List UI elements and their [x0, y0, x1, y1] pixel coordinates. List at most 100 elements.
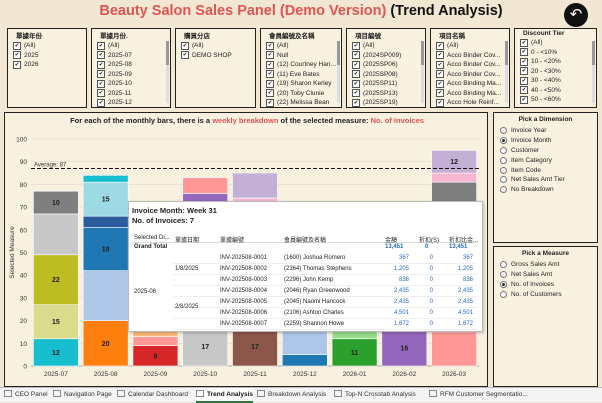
radio-button[interactable]	[500, 186, 507, 194]
radio-button[interactable]	[500, 280, 507, 288]
checkbox[interactable]: ✔	[520, 67, 528, 76]
checkbox[interactable]: ✔	[266, 70, 274, 79]
filter-option[interactable]: ✔ (2025SP19)	[347, 98, 425, 108]
filter-option[interactable]: ✔ (2025SP06)	[347, 60, 425, 70]
scrollbar-thumb[interactable]	[592, 41, 595, 65]
filter-option[interactable]: ✔ (All)	[515, 38, 596, 48]
checkbox[interactable]: ✔	[266, 89, 274, 98]
checkbox[interactable]: ✔	[266, 41, 274, 50]
sheet-tab[interactable]: RFM Customer Segmentatio...	[429, 388, 528, 401]
checkbox[interactable]: ✔	[520, 86, 528, 95]
checkbox[interactable]: ✔	[520, 48, 528, 57]
sheet-tab[interactable]: Navigation Page	[53, 388, 112, 401]
filter-option[interactable]: ✔ Acco Binder Cov...	[431, 60, 509, 70]
checkbox[interactable]: ✔	[436, 89, 444, 98]
checkbox[interactable]: ✔	[181, 41, 189, 50]
filter-scrollbar[interactable]	[592, 41, 595, 103]
radio-button[interactable]	[500, 146, 507, 154]
checkbox[interactable]: ✔	[520, 38, 528, 47]
filter-option[interactable]: ✔ (All)	[92, 41, 170, 51]
filter-option[interactable]: ✔ (12) Courtney Han...	[261, 60, 341, 70]
radio-option[interactable]: Net Sales Amt Tier	[494, 175, 597, 185]
filter-scrollbar[interactable]	[421, 41, 424, 103]
radio-option[interactable]: No Breakdown	[494, 185, 597, 195]
filter-option[interactable]: ✔ 2025-10	[92, 79, 170, 89]
radio-option[interactable]: Item Code	[494, 165, 597, 175]
checkbox[interactable]: ✔	[97, 60, 105, 69]
checkbox[interactable]: ✔	[266, 51, 274, 60]
radio-button[interactable]	[500, 156, 507, 164]
filter-option[interactable]: ✔ (All)	[347, 41, 425, 51]
filter-option[interactable]: ✔ Acco Binder Cov...	[431, 51, 509, 61]
filter-option[interactable]: ✔ 2026	[8, 60, 86, 70]
checkbox[interactable]: ✔	[352, 60, 360, 69]
checkbox[interactable]: ✔	[352, 89, 360, 98]
filter-option[interactable]: ✔ 2025	[8, 51, 86, 61]
scrollbar-thumb[interactable]	[505, 41, 508, 65]
filter-option[interactable]: ✔ (11) Eve Bates	[261, 70, 341, 80]
filter-option[interactable]: ✔ (2025SP13)	[347, 89, 425, 99]
filter-option[interactable]: ✔ (All)	[176, 41, 255, 51]
filter-option[interactable]: ✔ 2025-11	[92, 89, 170, 99]
filter-option[interactable]: ✔ 20 - <30%	[515, 67, 596, 77]
checkbox[interactable]: ✔	[520, 57, 528, 66]
radio-option[interactable]: Customer	[494, 146, 597, 156]
back-button[interactable]: ↶	[564, 3, 588, 27]
radio-option[interactable]: Net Sales Amt	[494, 270, 597, 280]
radio-button[interactable]	[500, 176, 507, 184]
checkbox[interactable]: ✔	[436, 41, 444, 50]
sheet-tab[interactable]: CEO Panel	[4, 388, 48, 401]
radio-option[interactable]: Invoice Year	[494, 126, 597, 136]
filter-option[interactable]: ✔ 0 - <10%	[515, 48, 596, 58]
checkbox[interactable]: ✔	[181, 51, 189, 60]
filter-option[interactable]: ✔ (22) Melissa Bean	[261, 98, 341, 108]
checkbox[interactable]: ✔	[13, 51, 21, 60]
filter-option[interactable]: ✔ 2025-08	[92, 60, 170, 70]
sheet-tab[interactable]: Top-N Crosstab Analysis	[334, 388, 416, 401]
checkbox[interactable]: ✔	[436, 70, 444, 79]
radio-button[interactable]	[500, 127, 507, 135]
checkbox[interactable]: ✔	[97, 79, 105, 88]
filter-option[interactable]: ✔ 2025-09	[92, 70, 170, 80]
scrollbar-thumb[interactable]	[421, 41, 424, 65]
filter-option[interactable]: ✔ 2025-07	[92, 51, 170, 61]
filter-option[interactable]: ✔ (All)	[8, 41, 86, 51]
checkbox[interactable]: ✔	[436, 51, 444, 60]
radio-option[interactable]: Invoice Month	[494, 136, 597, 146]
checkbox[interactable]: ✔	[266, 79, 274, 88]
filter-option[interactable]: ✔ (All)	[431, 41, 509, 51]
radio-option[interactable]: Gross Sales Amt	[494, 260, 597, 270]
filter-option[interactable]: ✔ Acco Hole Reinf...	[431, 98, 509, 108]
filter-scrollbar[interactable]	[166, 41, 169, 103]
radio-button[interactable]	[500, 166, 507, 174]
checkbox[interactable]: ✔	[13, 60, 21, 69]
checkbox[interactable]: ✔	[352, 79, 360, 88]
filter-option[interactable]: ✔ 10 - <20%	[515, 57, 596, 67]
radio-option[interactable]: No. of Invoices	[494, 280, 597, 290]
checkbox[interactable]: ✔	[97, 98, 105, 107]
filter-option[interactable]: ✔ 2025-12	[92, 98, 170, 108]
checkbox[interactable]: ✔	[520, 76, 528, 85]
filter-option[interactable]: ✔ DEMO SHOP	[176, 51, 255, 61]
scrollbar-thumb[interactable]	[166, 41, 169, 65]
filter-option[interactable]: ✔ (2024SP009)	[347, 51, 425, 61]
checkbox[interactable]: ✔	[13, 41, 21, 50]
filter-scrollbar[interactable]	[337, 41, 340, 103]
checkbox[interactable]: ✔	[97, 51, 105, 60]
filter-option[interactable]: ✔ (All)	[261, 41, 341, 51]
filter-option[interactable]: ✔ Acco Binding Ma...	[431, 89, 509, 99]
radio-button[interactable]	[500, 290, 507, 298]
radio-button[interactable]	[500, 261, 507, 269]
filter-option[interactable]: ✔ 30 - <40%	[515, 76, 596, 86]
radio-button[interactable]	[500, 271, 507, 279]
checkbox[interactable]: ✔	[520, 95, 528, 104]
checkbox[interactable]: ✔	[436, 60, 444, 69]
filter-option[interactable]: ✔ (19) Sharon Kerley	[261, 79, 341, 89]
checkbox[interactable]: ✔	[97, 89, 105, 98]
checkbox[interactable]: ✔	[97, 70, 105, 79]
checkbox[interactable]: ✔	[352, 98, 360, 107]
radio-option[interactable]: Item Category	[494, 155, 597, 165]
filter-option[interactable]: ✔ 40 - <50%	[515, 86, 596, 96]
filter-option[interactable]: ✔ Acco Binder Cov...	[431, 70, 509, 80]
filter-option[interactable]: ✔ Null	[261, 51, 341, 61]
